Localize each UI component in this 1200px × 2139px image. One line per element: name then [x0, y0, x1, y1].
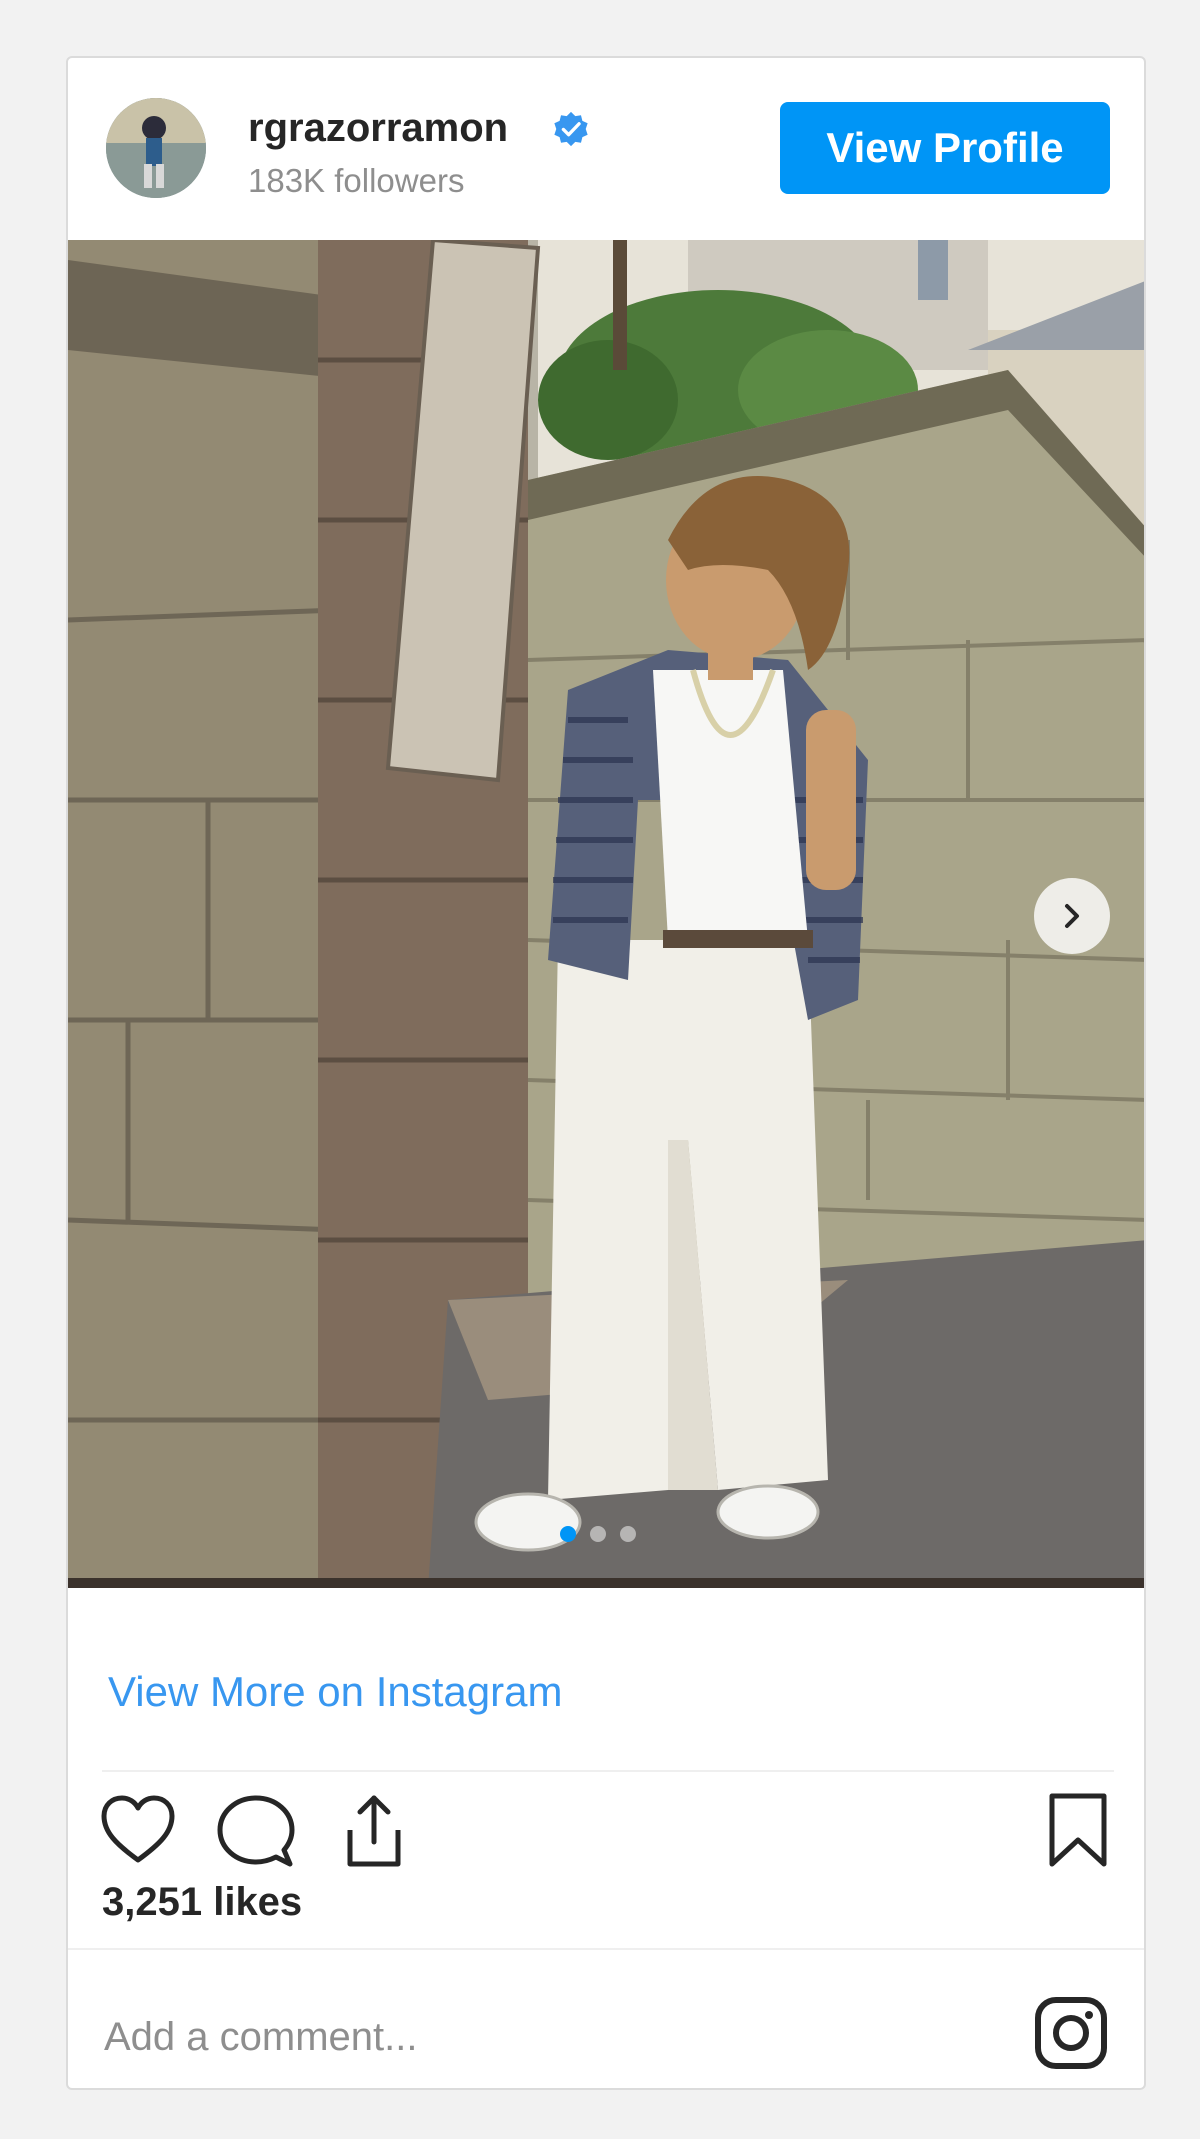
divider [102, 1770, 1114, 1772]
carousel-dot [590, 1526, 606, 1542]
like-count: 3,251 likes [102, 1880, 303, 1924]
instagram-icon[interactable] [1032, 1994, 1110, 2072]
instagram-embed-card: rgrazorramon 183K followers View Profile [66, 56, 1146, 2090]
heart-icon[interactable] [96, 1788, 180, 1872]
verified-badge-icon [554, 111, 588, 147]
comment-input[interactable] [102, 2014, 866, 2061]
bookmark-icon[interactable] [1036, 1788, 1120, 1872]
follower-count: 183K followers [248, 162, 465, 199]
carousel-dot-active [560, 1526, 576, 1542]
view-profile-button[interactable]: View Profile [780, 102, 1110, 194]
photo-bottom-band [68, 1578, 1144, 1588]
chevron-right-icon [1065, 904, 1079, 928]
avatar[interactable] [106, 98, 206, 198]
carousel-indicator [560, 1526, 636, 1542]
carousel-next-button[interactable] [1034, 878, 1110, 954]
carousel-dot [620, 1526, 636, 1542]
post-header: rgrazorramon 183K followers View Profile [68, 58, 1144, 242]
username[interactable]: rgrazorramon [248, 106, 508, 151]
share-icon[interactable] [332, 1788, 416, 1872]
action-bar [96, 1782, 1120, 1882]
comment-icon[interactable] [214, 1788, 298, 1872]
view-more-link[interactable]: View More on Instagram [108, 1668, 562, 1716]
divider [68, 1948, 1144, 1950]
post-photo[interactable] [68, 240, 1144, 1588]
photo-scene [68, 240, 1144, 1588]
